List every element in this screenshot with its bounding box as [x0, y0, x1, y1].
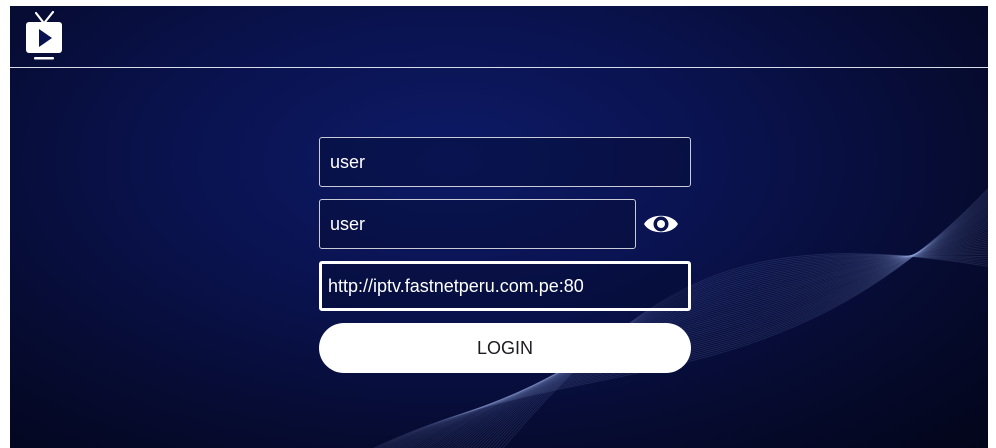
password-value: user — [330, 213, 366, 234]
server-url-value: http://iptv.fastnetperu.com.pe:80 — [328, 275, 584, 296]
login-screen: user user http://iptv.fastnetperu.com.pe… — [10, 6, 988, 448]
username-value: user — [330, 151, 366, 172]
server-url-field[interactable]: http://iptv.fastnetperu.com.pe:80 — [319, 261, 691, 311]
username-field[interactable]: user — [319, 137, 691, 187]
login-button[interactable]: LOGIN — [319, 323, 691, 373]
password-field[interactable]: user — [319, 199, 636, 249]
login-button-label: LOGIN — [476, 337, 533, 358]
tv-play-icon[interactable] — [24, 10, 64, 62]
eye-icon[interactable] — [642, 210, 680, 238]
app-header — [10, 6, 988, 68]
